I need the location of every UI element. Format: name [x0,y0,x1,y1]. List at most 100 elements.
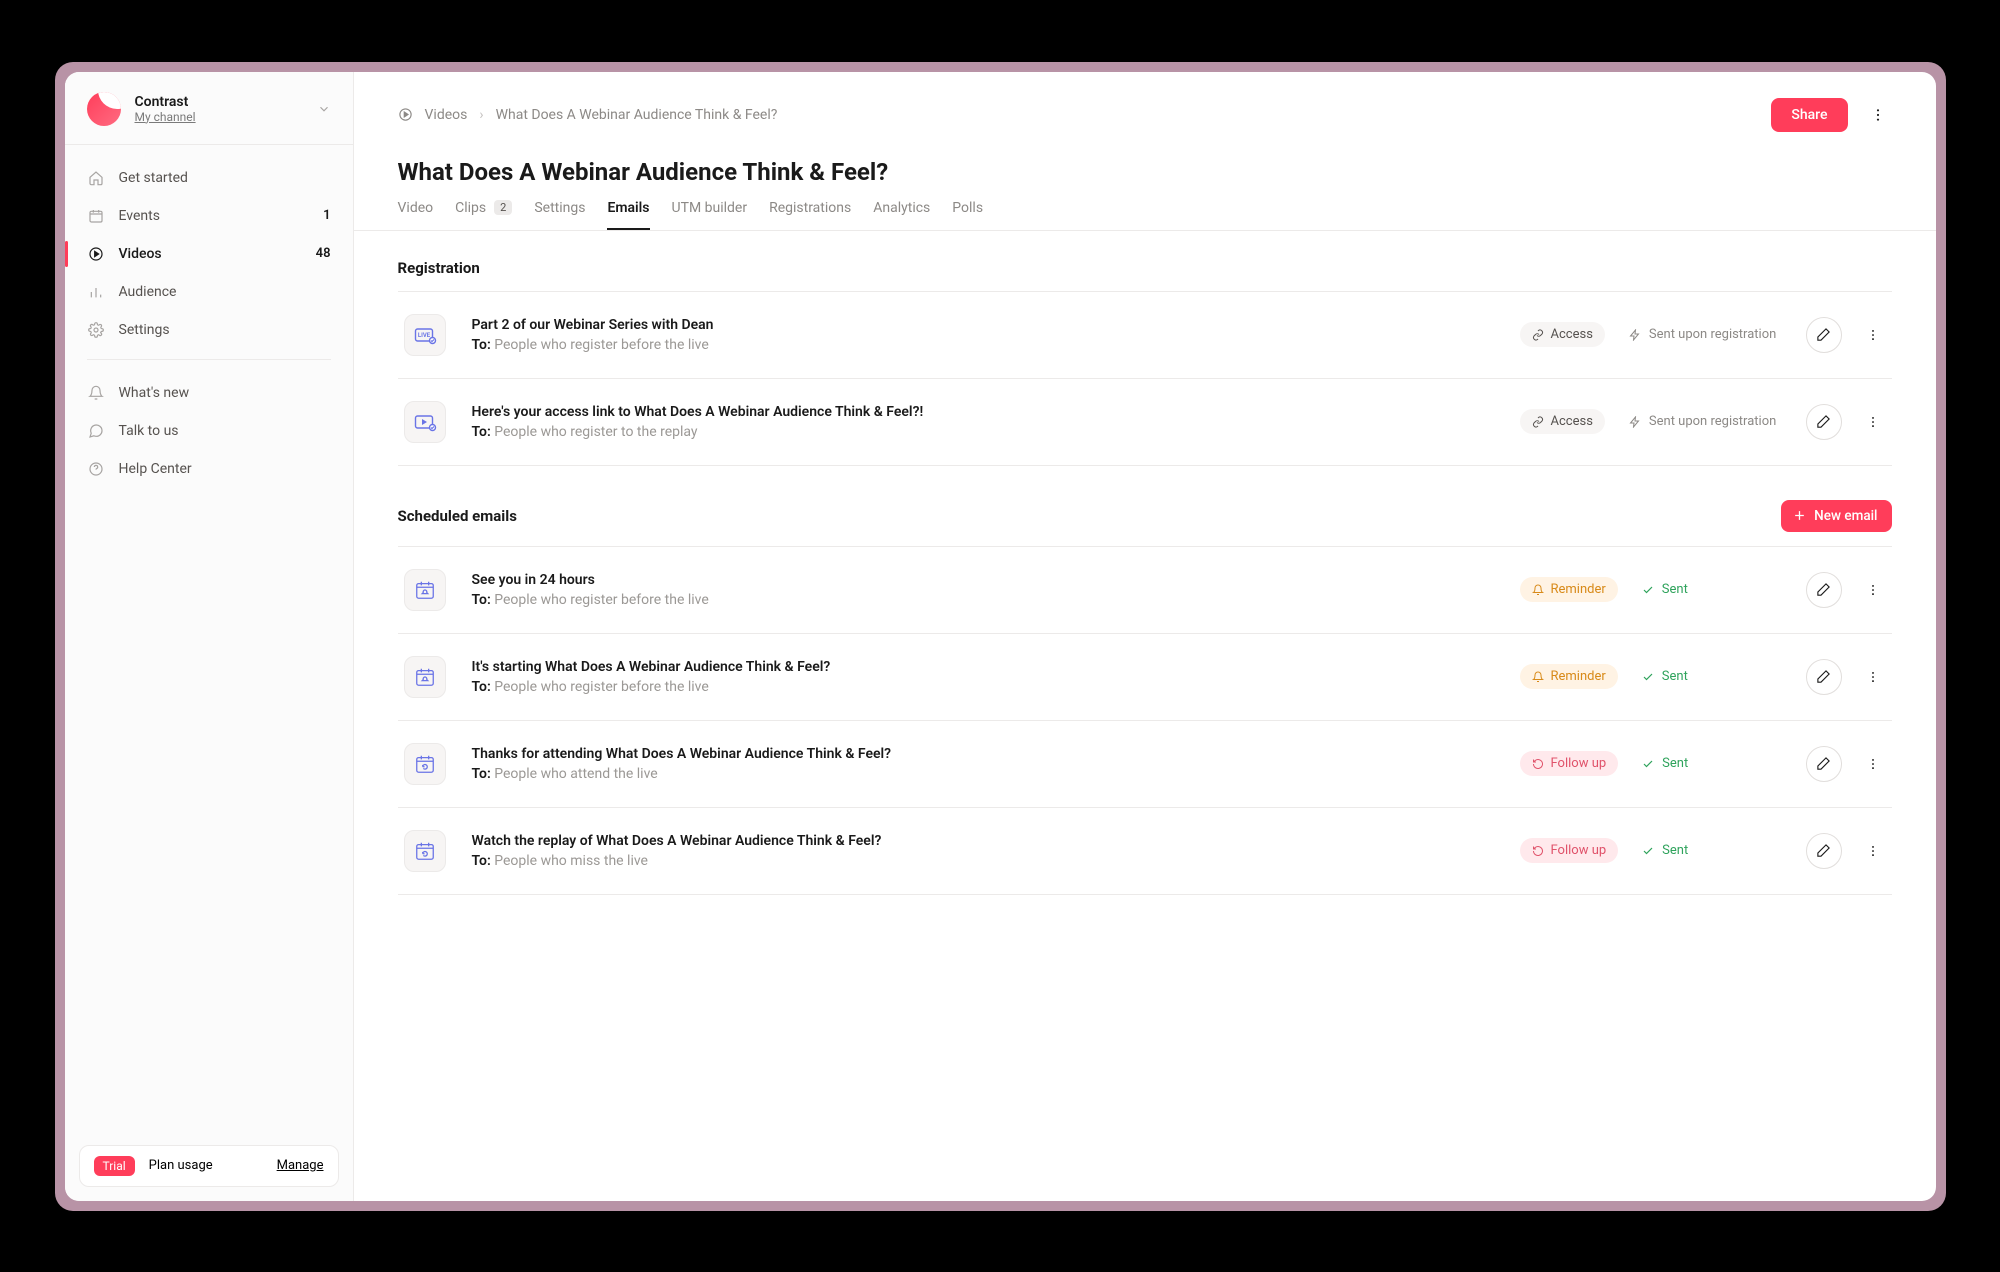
tab-label: Registrations [769,200,851,216]
edit-button[interactable] [1806,572,1842,608]
section-title: Registration [398,259,480,277]
plan-manage-link[interactable]: Manage [277,1158,324,1173]
reminder-badge: Reminder [1520,577,1618,602]
sidebar-item-label: Events [119,208,324,224]
sidebar-item-get-started[interactable]: Get started [65,159,353,197]
sidebar-item-label: Get started [119,170,331,186]
email-title: Thanks for attending What Does A Webinar… [472,746,1494,762]
email-list-scheduled: See you in 24 hours To: People who regis… [398,546,1892,895]
nav-divider [87,359,331,360]
edit-button[interactable] [1806,404,1842,440]
share-button[interactable]: Share [1771,98,1847,132]
edit-button[interactable] [1806,746,1842,782]
brand-logo [87,92,121,126]
plan-card: Trial Plan usage Manage [79,1145,339,1187]
content: Registration LIVE Part 2 of our Webinar … [354,231,1936,1201]
tab-analytics[interactable]: Analytics [873,200,930,230]
sidebar-item-events[interactable]: Events 1 [65,197,353,235]
section-header-scheduled: Scheduled emails New email [398,500,1892,532]
email-list-registration: LIVE Part 2 of our Webinar Series with D… [398,291,1892,466]
more-menu-icon[interactable] [1864,101,1892,129]
chevron-down-icon [317,102,331,116]
tab-utm[interactable]: UTM builder [672,200,748,230]
email-status-sent: Sent [1642,582,1688,597]
sidebar-item-settings[interactable]: Settings [65,311,353,349]
plan-usage-label: Plan usage [149,1158,213,1173]
main: Videos › What Does A Webinar Audience Th… [354,72,1936,1201]
email-recipients: To: People who miss the live [472,853,1494,869]
breadcrumb-current: What Does A Webinar Audience Think & Fee… [496,107,778,123]
sidebar-item-help[interactable]: Help Center [65,450,353,488]
email-recipients: To: People who attend the live [472,766,1494,782]
row-more-icon[interactable] [1860,322,1886,348]
email-title: Part 2 of our Webinar Series with Dean [472,317,1494,333]
edit-button[interactable] [1806,659,1842,695]
breadcrumb: Videos › What Does A Webinar Audience Th… [398,107,778,123]
edit-button[interactable] [1806,317,1842,353]
tab-badge: 2 [494,200,512,215]
email-title: It's starting What Does A Webinar Audien… [472,659,1494,675]
section-title: Scheduled emails [398,507,517,525]
bell-icon [87,384,105,402]
workspace-switcher[interactable]: Contrast My channel [65,72,353,145]
topbar: Videos › What Does A Webinar Audience Th… [354,72,1936,132]
sidebar-item-count: 48 [316,246,331,261]
email-status-sent: Sent [1642,843,1688,858]
access-badge: Access [1520,409,1605,434]
row-more-icon[interactable] [1860,577,1886,603]
edit-button[interactable] [1806,833,1842,869]
email-recipients: To: People who register before the live [472,679,1494,695]
email-title: Here's your access link to What Does A W… [472,404,1494,420]
email-recipients: To: People who register before the live [472,337,1494,353]
tab-emails[interactable]: Emails [607,200,649,230]
email-status: Sent upon registration [1629,414,1776,429]
chat-icon [87,422,105,440]
sidebar-item-label: Help Center [119,461,331,477]
followup-badge: Follow up [1520,838,1619,863]
row-more-icon[interactable] [1860,838,1886,864]
breadcrumb-root[interactable]: Videos [425,107,468,123]
tab-clips[interactable]: Clips2 [455,200,512,230]
email-row: Watch the replay of What Does A Webinar … [398,808,1892,895]
trial-badge: Trial [94,1156,135,1176]
email-status-sent: Sent [1642,756,1688,771]
tab-label: Settings [534,200,585,216]
email-row: See you in 24 hours To: People who regis… [398,547,1892,634]
calendar-refresh-icon [404,743,446,785]
new-email-button[interactable]: New email [1781,500,1891,532]
row-more-icon[interactable] [1860,409,1886,435]
sidebar-item-label: Audience [119,284,331,300]
tab-label: Emails [607,200,649,216]
row-more-icon[interactable] [1860,664,1886,690]
row-more-icon[interactable] [1860,751,1886,777]
sidebar-item-talk[interactable]: Talk to us [65,412,353,450]
chevron-right-icon: › [479,107,483,123]
email-title: Watch the replay of What Does A Webinar … [472,833,1494,849]
tab-label: Analytics [873,200,930,216]
channel-link[interactable]: My channel [135,110,317,124]
email-row: Thanks for attending What Does A Webinar… [398,721,1892,808]
followup-badge: Follow up [1520,751,1619,776]
calendar-refresh-icon [404,830,446,872]
sidebar-item-whatsnew[interactable]: What's new [65,374,353,412]
sidebar-footer: Trial Plan usage Manage [65,1131,353,1201]
home-icon [87,169,105,187]
access-badge: Access [1520,322,1605,347]
sidebar-item-count: 1 [323,208,330,223]
calendar-bell-icon [404,569,446,611]
tab-settings[interactable]: Settings [534,200,585,230]
live-icon: LIVE [404,314,446,356]
tab-video[interactable]: Video [398,200,434,230]
sidebar-item-audience[interactable]: Audience [65,273,353,311]
calendar-bell-icon [404,656,446,698]
bar-chart-icon [87,283,105,301]
tab-label: Polls [952,200,983,216]
email-recipients: To: People who register before the live [472,592,1494,608]
section-header-registration: Registration [398,259,1892,277]
email-status: Sent upon registration [1629,327,1776,342]
svg-text:LIVE: LIVE [417,332,430,339]
tab-registrations[interactable]: Registrations [769,200,851,230]
play-circle-icon [87,245,105,263]
tab-polls[interactable]: Polls [952,200,983,230]
sidebar-item-videos[interactable]: Videos 48 [65,235,353,273]
